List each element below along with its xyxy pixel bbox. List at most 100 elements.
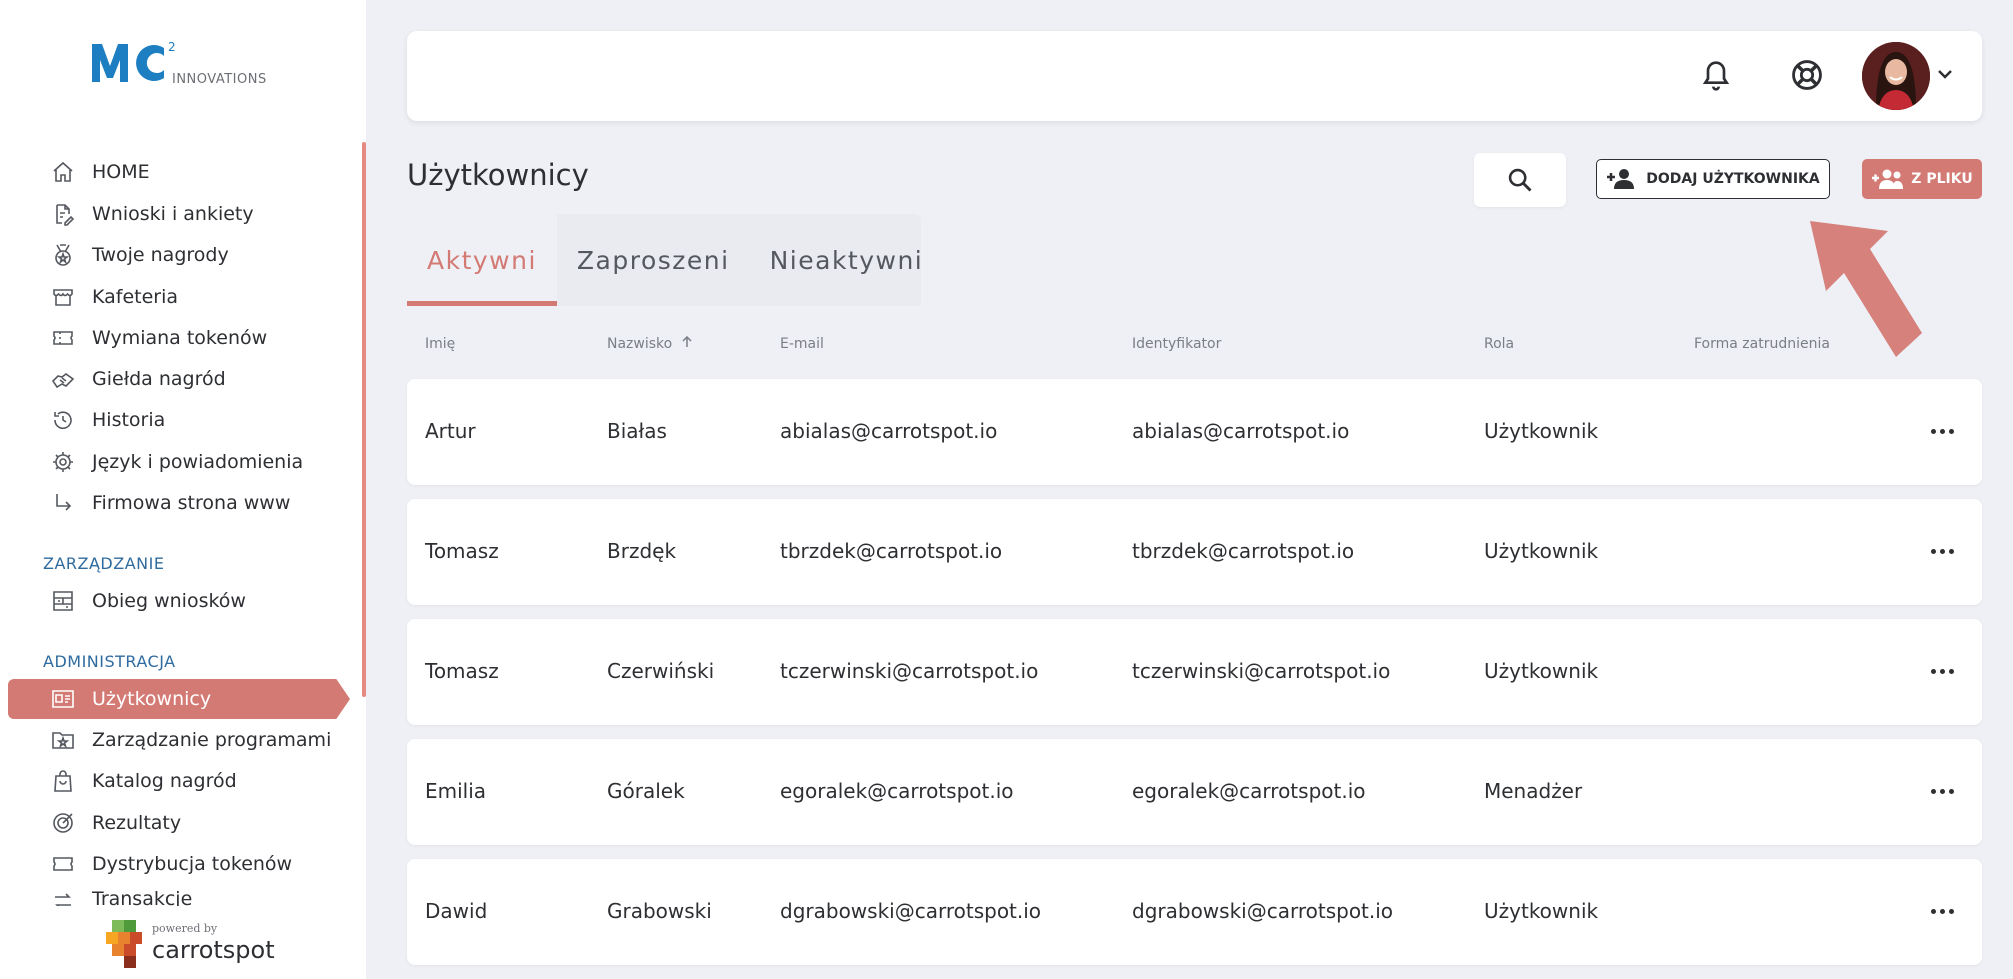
sidebar-item-label: Historia: [92, 409, 166, 431]
table-row[interactable]: Tomasz Brzdęk tbrzdek@carrotspot.io tbrz…: [407, 499, 1982, 605]
sidebar-item-history[interactable]: Historia: [50, 403, 165, 437]
sidebar-item-label: Katalog nagród: [92, 770, 237, 792]
user-status-tabs: Aktywni Zaproszeni Nieaktywni: [407, 214, 922, 306]
section-label-administration: ADMINISTRACJA: [43, 652, 176, 671]
more-options-icon[interactable]: [1922, 539, 1962, 563]
cell-last-name: Góralek: [607, 779, 685, 803]
table-row[interactable]: Emilia Góralek egoralek@carrotspot.io eg…: [407, 739, 1982, 845]
cell-identifier: tbrzdek@carrotspot.io: [1132, 539, 1355, 563]
sidebar-item-label: Firmowa strona www: [92, 492, 291, 514]
sidebar-item-label: Twoje nagrody: [92, 244, 229, 266]
sidebar-item-token-distribution[interactable]: Dystrybucja tokenów: [50, 847, 292, 881]
column-header-label: Nazwisko: [607, 336, 673, 352]
gear-icon: [50, 449, 76, 475]
bag-icon: [50, 768, 76, 794]
carrotspot-logo-icon: [106, 920, 146, 970]
page-title: Użytkownicy: [407, 158, 589, 192]
more-options-icon[interactable]: [1922, 899, 1962, 923]
sidebar-item-transactions[interactable]: Transakcje: [50, 888, 192, 906]
cell-role: Użytkownik: [1484, 419, 1599, 443]
cell-role: Użytkownik: [1484, 899, 1599, 923]
cell-first-name: Tomasz: [425, 659, 499, 683]
top-bar: [407, 31, 1982, 121]
sidebar-scrollbar[interactable]: [362, 142, 366, 697]
cell-identifier: tczerwinski@carrotspot.io: [1132, 659, 1391, 683]
logo-superscript: 2: [168, 40, 176, 54]
company-logo[interactable]: 2 INNOVATIONS: [90, 38, 290, 88]
sidebar-item-workflow[interactable]: Obieg wniosków: [50, 584, 246, 618]
sidebar-item-reward-market[interactable]: Giełda nagród: [50, 362, 226, 396]
arrow-turn-icon: [50, 490, 76, 516]
sort-ascending-icon: [682, 335, 692, 347]
column-header-identifier[interactable]: Identyfikator: [1132, 336, 1221, 352]
chevron-down-icon[interactable]: [1935, 64, 1955, 84]
import-from-file-button[interactable]: Z PLIKU: [1862, 159, 1982, 199]
add-group-icon: [1872, 169, 1904, 189]
sidebar-item-users[interactable]: Użytkownicy: [8, 679, 350, 719]
add-user-button[interactable]: DODAJ UŻYTKOWNIKA: [1596, 159, 1830, 199]
search-button[interactable]: [1474, 153, 1566, 207]
more-options-icon[interactable]: [1922, 779, 1962, 803]
cell-first-name: Dawid: [425, 899, 488, 923]
cell-last-name: Białas: [607, 419, 667, 443]
powered-by-carrotspot: powered by carrotspot: [106, 918, 276, 974]
bell-icon[interactable]: [1700, 58, 1732, 94]
cell-email: dgrabowski@carrotspot.io: [780, 899, 1042, 923]
table-row[interactable]: Tomasz Czerwiński tczerwinski@carrotspot…: [407, 619, 1982, 725]
user-avatar[interactable]: [1862, 42, 1930, 110]
table-header: Imię Nazwisko E-mail Identyfikator Rola …: [407, 335, 1982, 360]
ticket-icon: [50, 851, 76, 877]
cell-role: Użytkownik: [1484, 539, 1599, 563]
cell-first-name: Tomasz: [425, 539, 499, 563]
medal-icon: [50, 242, 76, 268]
sidebar-item-label: HOME: [92, 161, 150, 183]
sidebar-item-label: Wymiana tokenów: [92, 327, 268, 349]
sidebar: 2 INNOVATIONS HOME Wnioski i ankiety Two…: [0, 0, 366, 979]
column-header-first-name[interactable]: Imię: [425, 336, 455, 352]
store-icon: [50, 284, 76, 310]
sidebar-item-company-site[interactable]: Firmowa strona www: [50, 486, 290, 520]
id-card-icon: [50, 686, 76, 712]
cell-role: Użytkownik: [1484, 659, 1599, 683]
from-file-label: Z PLIKU: [1911, 171, 1973, 187]
table-row[interactable]: Artur Białas abialas@carrotspot.io abial…: [407, 379, 1982, 485]
column-header-role[interactable]: Rola: [1484, 336, 1514, 352]
cell-first-name: Artur: [425, 419, 476, 443]
add-person-icon: [1607, 169, 1635, 189]
tab-active[interactable]: Aktywni: [407, 214, 557, 306]
sidebar-item-programs[interactable]: Zarządzanie programami: [50, 723, 331, 757]
powered-by-name: carrotspot: [152, 936, 275, 964]
home-icon: [50, 159, 76, 185]
tab-invited[interactable]: Zaproszeni: [557, 214, 750, 306]
sidebar-item-requests[interactable]: Wnioski i ankiety: [50, 197, 254, 231]
lifebuoy-icon[interactable]: [1790, 58, 1824, 92]
logo-text: INNOVATIONS: [172, 72, 267, 87]
sidebar-item-reward-catalog[interactable]: Katalog nagród: [50, 764, 237, 798]
sidebar-item-language[interactable]: Język i powiadomienia: [50, 445, 303, 479]
column-header-last-name[interactable]: Nazwisko: [607, 335, 693, 352]
tab-inactive[interactable]: Nieaktywni: [750, 214, 944, 306]
sidebar-item-results[interactable]: Rezultaty: [50, 806, 181, 840]
search-icon: [1508, 168, 1532, 192]
table-row[interactable]: Dawid Grabowski dgrabowski@carrotspot.io…: [407, 859, 1982, 965]
cell-email: egoralek@carrotspot.io: [780, 779, 1014, 803]
cell-first-name: Emilia: [425, 779, 487, 803]
document-edit-icon: [50, 201, 76, 227]
sidebar-item-label: Rezultaty: [92, 812, 182, 834]
cell-last-name: Czerwiński: [607, 659, 715, 683]
sidebar-item-label: Język i powiadomienia: [92, 451, 304, 473]
sidebar-item-cafeteria[interactable]: Kafeteria: [50, 280, 178, 314]
more-options-icon[interactable]: [1922, 419, 1962, 443]
sidebar-item-home[interactable]: HOME: [50, 155, 150, 189]
sidebar-item-label: Wnioski i ankiety: [92, 203, 254, 225]
sidebar-item-token-exchange[interactable]: Wymiana tokenów: [50, 321, 267, 355]
target-icon: [50, 810, 76, 836]
more-options-icon[interactable]: [1922, 659, 1962, 683]
sidebar-item-rewards[interactable]: Twoje nagrody: [50, 238, 229, 272]
sidebar-item-label: Dystrybucja tokenów: [92, 853, 293, 875]
column-header-email[interactable]: E-mail: [780, 336, 824, 352]
powered-by-label: powered by: [152, 922, 218, 935]
cell-last-name: Grabowski: [607, 899, 712, 923]
column-header-employment[interactable]: Forma zatrudnienia: [1694, 336, 1830, 352]
workflow-icon: [50, 588, 76, 614]
